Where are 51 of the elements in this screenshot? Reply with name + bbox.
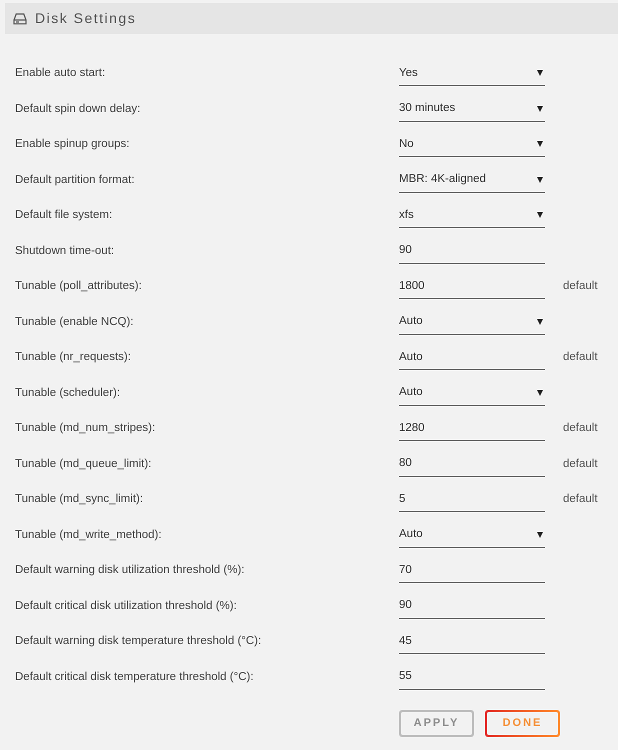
caret-icon (537, 106, 543, 112)
caret-icon (537, 70, 543, 76)
setting-label: Enable auto start: (15, 66, 106, 82)
setting-label: Tunable (enable NCQ): (15, 314, 134, 330)
setting-label: Enable spinup groups: (15, 137, 130, 152)
caret-icon (537, 390, 543, 396)
default-hint: default (563, 456, 598, 472)
text-field[interactable]: 1800 (399, 274, 545, 300)
dropdown[interactable]: Auto (399, 522, 545, 548)
setting-label: Default critical disk temperature threshold (°C): (15, 670, 254, 685)
dropdown[interactable]: Yes (399, 61, 545, 86)
dropdown[interactable]: No (399, 132, 545, 158)
setting-label: Shutdown time-out: (15, 244, 114, 259)
caret-icon (537, 318, 543, 325)
dropdown[interactable]: 30 minutes (399, 96, 545, 122)
text-field[interactable]: 5 (399, 487, 545, 512)
default-hint: default (563, 492, 598, 508)
setting-label: Default spin down delay: (15, 102, 140, 117)
default-hint: default (563, 279, 598, 294)
setting-label: Default partition format: (15, 172, 135, 188)
panel-title: Disk Settings (35, 9, 136, 28)
setting-label: Default file system: (15, 208, 112, 224)
text-field[interactable]: 70 (399, 558, 545, 584)
text-field[interactable]: 90 (399, 594, 545, 619)
dropdown[interactable]: MBR: 4K-aligned (399, 168, 545, 193)
dropdown[interactable]: Auto (399, 310, 545, 335)
setting-label: Default warning disk temperature threshold (°C): (15, 634, 262, 650)
dropdown[interactable]: Auto (399, 380, 545, 406)
caret-icon (537, 141, 543, 148)
text-field[interactable]: 90 (399, 238, 545, 264)
dropdown[interactable]: xfs (399, 203, 545, 228)
setting-label: Default critical disk utilization threshold (%): (15, 598, 237, 614)
caret-icon (537, 212, 543, 218)
setting-label: Tunable (poll_attributes): (15, 279, 142, 294)
default-hint: default (563, 350, 598, 366)
setting-label: Tunable (md_queue_limit): (15, 456, 152, 472)
setting-label: Tunable (md_write_method): (15, 528, 162, 543)
text-field[interactable]: 55 (399, 664, 545, 690)
setting-label: Tunable (md_sync_limit): (15, 492, 144, 508)
text-field[interactable]: Auto (399, 345, 545, 370)
caret-icon (537, 176, 543, 183)
text-field[interactable]: 80 (399, 452, 545, 477)
setting-label: Tunable (scheduler): (15, 386, 120, 401)
caret-icon (537, 532, 543, 538)
setting-label: Default warning disk utilization threshold (%): (15, 563, 244, 578)
setting-label: Tunable (md_num_stripes): (15, 421, 156, 436)
hard-drive-icon (13, 12, 27, 24)
text-field[interactable]: 1280 (399, 416, 545, 442)
default-hint: default (563, 421, 598, 436)
setting-label: Tunable (nr_requests): (15, 350, 131, 366)
text-field[interactable]: 45 (399, 629, 545, 654)
